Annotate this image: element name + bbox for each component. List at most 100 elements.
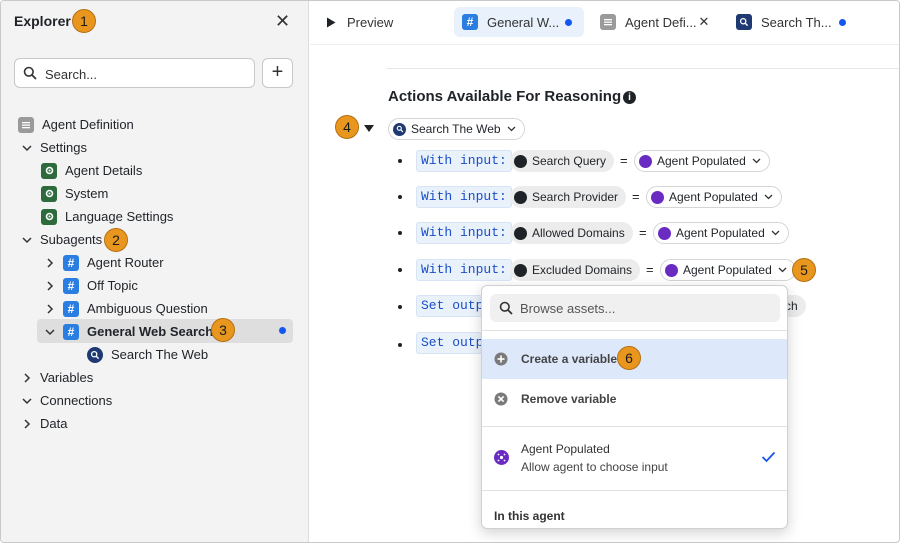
chevron-down-icon (771, 230, 780, 236)
value-selector[interactable]: Agent Populated (646, 186, 782, 208)
gear-icon (41, 162, 57, 179)
explorer-title: Explorer (14, 13, 71, 29)
action-name: Search The Web (411, 122, 501, 136)
add-button[interactable]: + (262, 58, 293, 88)
option-label: Create a variable (521, 352, 618, 366)
param-pill: Allowed Domains (510, 222, 633, 244)
explorer-search[interactable] (14, 58, 255, 88)
chevron-right-icon[interactable] (44, 280, 56, 292)
tree-label: Ambiguous Question (87, 301, 208, 316)
hash-icon: # (63, 300, 79, 317)
bullet (398, 231, 402, 235)
callout-badge-1: 1 (72, 9, 96, 33)
param-label: Search Provider (532, 190, 619, 204)
chevron-down-icon[interactable] (21, 142, 33, 154)
parameter-icon (514, 190, 527, 204)
divider (482, 490, 787, 491)
tab-search-the-web[interactable]: Search Th... (728, 7, 854, 37)
value-selector-open[interactable]: Agent Populated (660, 259, 796, 281)
info-icon[interactable]: i (623, 91, 636, 104)
chevron-right-icon[interactable] (44, 303, 56, 315)
tree-item-subagents[interactable]: Subagents (21, 228, 102, 251)
equals-sign: = (646, 262, 654, 277)
tab-label: Preview (347, 14, 394, 30)
hash-icon: # (462, 14, 478, 30)
tab-label: General W... (487, 14, 560, 30)
gear-icon (41, 208, 57, 225)
chevron-right-icon[interactable] (21, 418, 33, 430)
tree-label: Agent Router (87, 255, 164, 270)
tree-label: Data (40, 416, 68, 431)
tree-label: System (65, 186, 109, 201)
document-icon (18, 116, 34, 133)
divider (482, 426, 787, 427)
chevron-down-icon[interactable] (21, 395, 33, 407)
bullet (398, 195, 402, 199)
callout-badge-6: 6 (617, 346, 641, 370)
tab-preview[interactable]: Preview (318, 7, 401, 37)
close-icon[interactable]: ✕ (699, 14, 710, 30)
hash-icon: # (63, 254, 79, 271)
unsaved-dot (565, 18, 573, 26)
tree-item-search-the-web[interactable]: Search The Web (87, 343, 208, 366)
checkmark-icon (761, 451, 776, 463)
bullet (398, 268, 402, 272)
search-icon (499, 301, 513, 315)
chevron-down-icon[interactable] (44, 326, 56, 338)
param-label: Allowed Domains (532, 226, 625, 240)
chevron-right-icon[interactable] (44, 257, 56, 269)
tree-item-ambiguous-question[interactable]: # Ambiguous Question (44, 297, 208, 320)
option-title: Agent Populated (521, 442, 610, 456)
tab-general-web-search[interactable]: # General W... (454, 7, 584, 37)
action-selector[interactable]: Search The Web (388, 118, 525, 140)
tree-label: Connections (40, 393, 113, 408)
tree-item-connections[interactable]: Connections (21, 389, 112, 412)
search-input[interactable] (45, 64, 245, 84)
param-label: Search Query (532, 154, 607, 168)
bullet (398, 305, 402, 309)
tree-item-agent-details[interactable]: Agent Details (41, 159, 142, 182)
value-label: Agent Populated (683, 263, 772, 277)
remove-variable-option[interactable]: Remove variable (482, 379, 787, 419)
browse-assets-input[interactable] (520, 298, 770, 318)
chevron-down-icon (764, 194, 773, 200)
hash-icon: # (63, 277, 79, 294)
app-window: Explorer ✕ + Agent Definition Settings A… (0, 0, 900, 543)
section-header-in-this-agent: In this agent (494, 509, 565, 523)
value-label: Agent Populated (657, 154, 746, 168)
tree-item-settings[interactable]: Settings (21, 136, 87, 159)
tree-item-language-settings[interactable]: Language Settings (41, 205, 173, 228)
chevron-down-icon (507, 126, 516, 132)
tree-item-agent-router[interactable]: # Agent Router (44, 251, 164, 274)
search-action-icon (393, 122, 406, 136)
tree-item-general-web-search[interactable]: # General Web Search (44, 320, 213, 343)
close-icon[interactable]: ✕ (275, 11, 290, 31)
tree-label: Agent Definition (42, 117, 134, 132)
tab-label: Agent Defi... (625, 14, 697, 30)
value-selector[interactable]: Agent Populated (634, 150, 770, 172)
parameter-icon (514, 263, 527, 277)
param-pill: Search Provider (510, 186, 627, 208)
tree-item-agent-definition[interactable]: Agent Definition (18, 113, 134, 136)
tree-item-variables[interactable]: Variables (21, 366, 93, 389)
value-label: Agent Populated (676, 226, 765, 240)
browse-assets-search[interactable] (490, 294, 780, 322)
chevron-down-icon[interactable] (21, 234, 33, 246)
param-pill: Search Query (510, 150, 615, 172)
tab-agent-definition[interactable]: Agent Defi... ✕ (592, 7, 717, 37)
bullet (398, 159, 402, 163)
value-selector[interactable]: Agent Populated (653, 222, 789, 244)
tree-item-system[interactable]: System (41, 182, 108, 205)
tree-item-off-topic[interactable]: # Off Topic (44, 274, 138, 297)
asset-dropdown: Create a variable Remove variable Agent … (481, 285, 788, 529)
collapse-triangle-icon[interactable] (364, 125, 374, 132)
tab-label: Search Th... (761, 14, 832, 30)
bullet (398, 343, 402, 347)
chevron-right-icon[interactable] (21, 372, 33, 384)
equals-sign: = (632, 189, 640, 204)
plus-circle-icon (494, 352, 508, 366)
agent-populated-option[interactable]: Agent Populated Allow agent to choose in… (482, 434, 787, 484)
tree-label: Search The Web (111, 347, 209, 362)
param-pill: Excluded Domains (510, 259, 641, 281)
tree-item-data[interactable]: Data (21, 412, 67, 435)
